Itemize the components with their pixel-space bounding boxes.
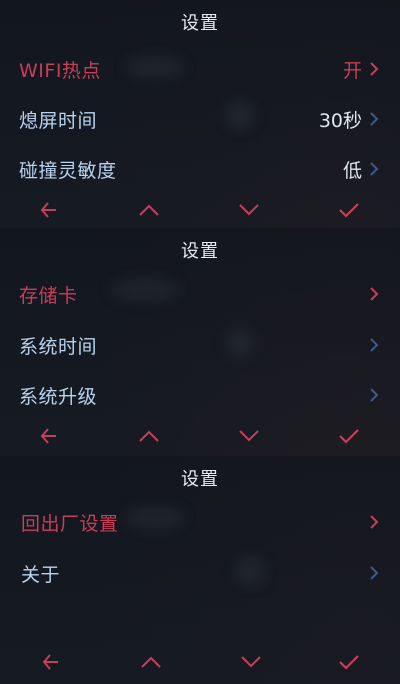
confirm-check-icon[interactable] — [336, 650, 362, 674]
menu-item-value: 开 — [342, 60, 362, 82]
menu-item-label: 回出厂设置 — [21, 513, 119, 535]
page-title: 设置 — [181, 13, 219, 34]
menu-item-factory-reset[interactable]: 回出厂设置 — [0, 503, 400, 543]
menu-item-storage-card[interactable]: 存储卡 — [0, 275, 400, 315]
chevron-right-icon — [370, 62, 379, 76]
menu-item-label: 系统时间 — [19, 336, 98, 358]
chevron-right-icon — [370, 388, 379, 402]
chevron-right-icon — [370, 566, 379, 580]
back-arrow-icon[interactable] — [36, 424, 62, 448]
menu-item-label: 关于 — [21, 564, 61, 586]
chevron-right-icon — [370, 112, 379, 126]
menu-item-value: 低 — [342, 160, 362, 182]
menu-item-label: 碰撞灵敏度 — [19, 160, 117, 182]
down-chevron-icon[interactable] — [236, 424, 262, 448]
chevron-right-icon — [370, 515, 379, 529]
menu-item-screen-off-time[interactable]: 熄屏时间 30秒 — [0, 100, 400, 140]
menu-item-value: 30秒 — [318, 110, 362, 132]
up-chevron-icon[interactable] — [136, 198, 162, 222]
up-chevron-icon[interactable] — [138, 650, 164, 674]
chevron-right-icon — [370, 162, 379, 176]
menu-item-wifi-hotspot[interactable]: WIFI热点 开 — [0, 50, 400, 90]
back-arrow-icon[interactable] — [38, 650, 64, 674]
nav-bar — [0, 198, 400, 224]
confirm-check-icon[interactable] — [336, 198, 362, 222]
settings-screen: 设置 WIFI热点 开 熄屏时间 30秒 碰撞灵敏度 低 设置 存储卡 系统时间… — [0, 0, 400, 684]
menu-item-collision-sensitivity[interactable]: 碰撞灵敏度 低 — [0, 150, 400, 190]
settings-panel-3: 设置 回出厂设置 关于 — [0, 456, 400, 684]
menu-item-label: WIFI热点 — [19, 60, 101, 82]
page-title: 设置 — [181, 241, 219, 262]
menu-item-label: 存储卡 — [19, 285, 78, 307]
chevron-right-icon — [370, 338, 379, 352]
nav-bar — [0, 650, 400, 676]
down-chevron-icon[interactable] — [236, 198, 262, 222]
down-chevron-icon[interactable] — [238, 650, 264, 674]
settings-panel-2: 设置 存储卡 系统时间 系统升级 — [0, 228, 400, 456]
menu-item-system-upgrade[interactable]: 系统升级 — [0, 376, 400, 416]
chevron-right-icon — [370, 287, 379, 301]
menu-item-system-time[interactable]: 系统时间 — [0, 326, 400, 366]
confirm-check-icon[interactable] — [336, 424, 362, 448]
menu-item-about[interactable]: 关于 — [0, 554, 400, 594]
menu-item-label: 熄屏时间 — [19, 110, 98, 132]
nav-bar — [0, 424, 400, 450]
menu-item-label: 系统升级 — [19, 386, 98, 408]
settings-panel-1: 设置 WIFI热点 开 熄屏时间 30秒 碰撞灵敏度 低 — [0, 0, 400, 228]
page-title: 设置 — [181, 469, 219, 490]
up-chevron-icon[interactable] — [136, 424, 162, 448]
back-arrow-icon[interactable] — [36, 198, 62, 222]
